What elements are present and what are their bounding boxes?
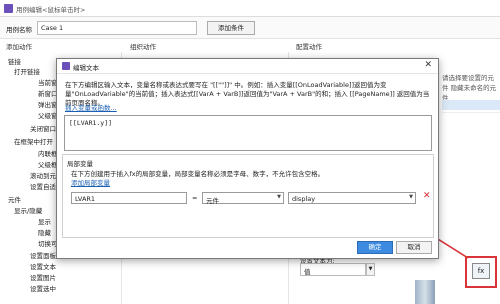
organize-action-heading: 组织动作 — [130, 43, 156, 51]
case-name-label: 用例名称 — [6, 26, 32, 34]
local-variables-group: 局部变量 在下方创建用于插入fx的局部变量，局部变量名称必须是字母、数字，不允许… — [62, 154, 434, 238]
variable-target-value: display — [292, 195, 316, 203]
tree-item[interactable]: 显示/隐藏 — [14, 205, 42, 215]
variable-target-select[interactable]: display ▼ — [288, 192, 416, 204]
dialog-titlebar: 编辑文本 ✕ — [57, 59, 438, 74]
local-variables-title: 局部变量 — [67, 160, 93, 168]
app-logo-icon — [62, 62, 70, 70]
delete-icon[interactable]: ✕ — [423, 191, 431, 201]
widget-row-selected[interactable] — [442, 100, 500, 110]
tree-item[interactable]: 在框架中打开 — [14, 136, 53, 146]
close-icon[interactable]: ✕ — [424, 60, 432, 70]
dialog-description: 在下方编辑区输入文本，变量名称或表达式要写在 "[[""]]" 中。例如：插入变… — [65, 81, 430, 107]
tree-item[interactable]: 显示 — [38, 216, 51, 226]
tree-item[interactable]: 元件 — [8, 194, 21, 204]
variable-type-value: 元件 — [206, 197, 219, 205]
tree-item[interactable]: 设置图片 — [30, 272, 56, 282]
tree-item[interactable]: 链接 — [8, 56, 21, 66]
dialog-title: 编辑文本 — [73, 64, 99, 72]
add-local-variable-link[interactable]: 添加局部变量 — [71, 177, 110, 187]
case-name-input[interactable]: Case 1 — [37, 21, 197, 35]
edit-text-dialog: 编辑文本 ✕ 在下方编辑区输入文本，变量名称或表达式要写在 "[[""]]" 中… — [56, 58, 439, 259]
tree-item[interactable]: 打开链接 — [14, 66, 40, 76]
chevron-down-icon: ▼ — [409, 194, 413, 200]
fx-button[interactable]: fx — [472, 263, 490, 279]
insert-variable-link[interactable]: 插入变量或函数... — [65, 102, 117, 112]
variable-type-select[interactable]: 元件 ▼ — [202, 192, 284, 205]
tree-item[interactable]: 关闭窗口 — [30, 123, 56, 133]
local-variable-row: LVAR1 = 元件 ▼ display ▼ ✕ — [71, 191, 431, 205]
tree-item[interactable]: 新窗口 — [38, 88, 58, 98]
equals-sign: = — [192, 194, 198, 202]
add-action-heading: 添加动作 — [6, 43, 32, 51]
window-title: 用例编辑<鼠标单击时> — [16, 6, 86, 14]
chevron-down-icon[interactable]: ▼ — [366, 263, 375, 276]
variable-name-input[interactable]: LVAR1 — [71, 192, 187, 204]
tree-item[interactable]: 隐藏 — [38, 227, 51, 237]
tree-item[interactable]: 设置文本 — [30, 261, 56, 271]
expression-editor[interactable]: [[LVAR1.y]] — [64, 115, 432, 151]
widget-hint: 请选择要设置的元件 隐藏未命名的元件 — [442, 74, 497, 102]
window-titlebar: 用例编辑<鼠标单击时> — [0, 0, 500, 17]
value-type-select[interactable]: 值 — [300, 263, 366, 276]
add-condition-button[interactable]: 添加条件 — [207, 21, 255, 35]
app-logo-icon — [4, 4, 13, 13]
widget-list — [442, 112, 500, 232]
cancel-button[interactable]: 取消 — [396, 241, 432, 254]
ok-button[interactable]: 确定 — [357, 241, 393, 254]
scroll-thumb — [415, 280, 435, 304]
tree-item[interactable]: 设置选中 — [30, 283, 56, 293]
configure-action-heading: 配置动作 — [296, 43, 322, 51]
chevron-down-icon: ▼ — [277, 194, 281, 200]
